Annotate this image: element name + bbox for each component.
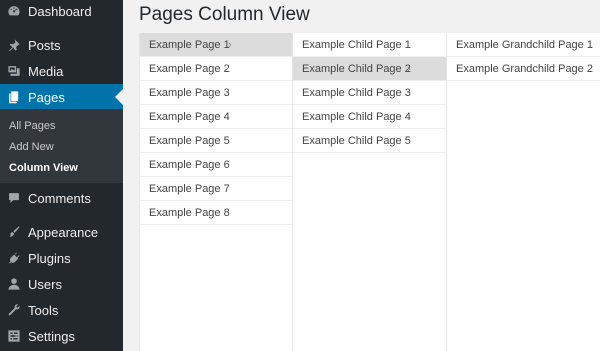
- sidebar-item-media[interactable]: Media: [0, 58, 123, 84]
- sidebar-item-label: Dashboard: [28, 3, 92, 19]
- list-item[interactable]: Example Page 5: [140, 129, 292, 153]
- column-pages: Example Page 1 › Example Page 2 Example P…: [140, 33, 293, 351]
- list-item[interactable]: Example Page 4: [140, 105, 292, 129]
- list-item[interactable]: Example Page 1 ›: [140, 33, 292, 57]
- sidebar-item-plugins[interactable]: Plugins: [0, 245, 123, 271]
- admin-sidebar: Dashboard Posts Media Pages All Pages Ad…: [0, 0, 123, 351]
- list-item[interactable]: Example Child Page 4: [293, 105, 446, 129]
- sidebar-item-label: Tools: [28, 302, 59, 318]
- submenu-item-all-pages[interactable]: All Pages: [9, 120, 55, 132]
- paintbrush-icon: [7, 225, 21, 239]
- settings-icon: [7, 329, 21, 343]
- media-icon: [7, 64, 21, 78]
- list-item[interactable]: Example Grandchild Page 2: [447, 57, 600, 81]
- sidebar-item-label: Media: [28, 63, 64, 79]
- sidebar-item-label: Plugins: [28, 250, 71, 266]
- column-view: Example Page 1 › Example Page 2 Example P…: [139, 33, 600, 351]
- list-item[interactable]: Example Page 6: [140, 153, 292, 177]
- list-item[interactable]: Example Child Page 5: [293, 129, 446, 153]
- chevron-right-icon: ›: [407, 62, 411, 75]
- list-item[interactable]: Example Child Page 2 ›: [293, 57, 446, 81]
- sidebar-item-pages[interactable]: Pages: [0, 84, 123, 110]
- sidebar-item-label: Posts: [28, 37, 61, 53]
- list-item[interactable]: Example Page 3: [140, 81, 292, 105]
- list-item[interactable]: Example Child Page 1: [293, 33, 446, 57]
- users-icon: [7, 277, 21, 291]
- dashboard-icon: [7, 4, 21, 18]
- sidebar-item-label: Settings: [28, 328, 75, 344]
- column-grandchild-pages: Example Grandchild Page 1 Example Grandc…: [447, 33, 600, 351]
- sidebar-item-posts[interactable]: Posts: [0, 32, 123, 58]
- list-item[interactable]: Example Grandchild Page 1: [447, 33, 600, 57]
- sidebar-item-label: Comments: [28, 190, 91, 206]
- sidebar-item-users[interactable]: Users: [0, 271, 123, 297]
- sidebar-item-settings[interactable]: Settings: [0, 323, 123, 349]
- plugins-icon: [7, 251, 21, 265]
- sidebar-item-label: Users: [28, 276, 62, 292]
- submenu-item-add-new[interactable]: Add New: [9, 141, 54, 153]
- chevron-right-icon: ›: [228, 38, 232, 51]
- sidebar-item-appearance[interactable]: Appearance: [0, 219, 123, 245]
- active-menu-arrow: [115, 89, 123, 105]
- pages-submenu: All Pages Add New Column View: [0, 109, 123, 183]
- sidebar-item-tools[interactable]: Tools: [0, 297, 123, 323]
- sidebar-item-label: Pages: [28, 89, 65, 105]
- sidebar-item-label: Appearance: [28, 224, 99, 240]
- wrench-icon: [7, 303, 21, 317]
- pushpin-icon: [7, 38, 21, 52]
- list-item[interactable]: Example Page 8: [140, 201, 292, 225]
- column-child-pages: Example Child Page 1 Example Child Page …: [293, 33, 447, 351]
- page-title: Pages Column View: [139, 4, 310, 25]
- submenu-item-column-view[interactable]: Column View: [9, 162, 78, 174]
- list-item[interactable]: Example Child Page 3: [293, 81, 446, 105]
- list-item[interactable]: Example Page 2: [140, 57, 292, 81]
- comments-icon: [7, 191, 21, 205]
- pages-icon: [7, 90, 21, 104]
- sidebar-item-comments[interactable]: Comments: [0, 185, 123, 211]
- sidebar-item-dashboard[interactable]: Dashboard: [0, 0, 123, 24]
- list-item[interactable]: Example Page 7: [140, 177, 292, 201]
